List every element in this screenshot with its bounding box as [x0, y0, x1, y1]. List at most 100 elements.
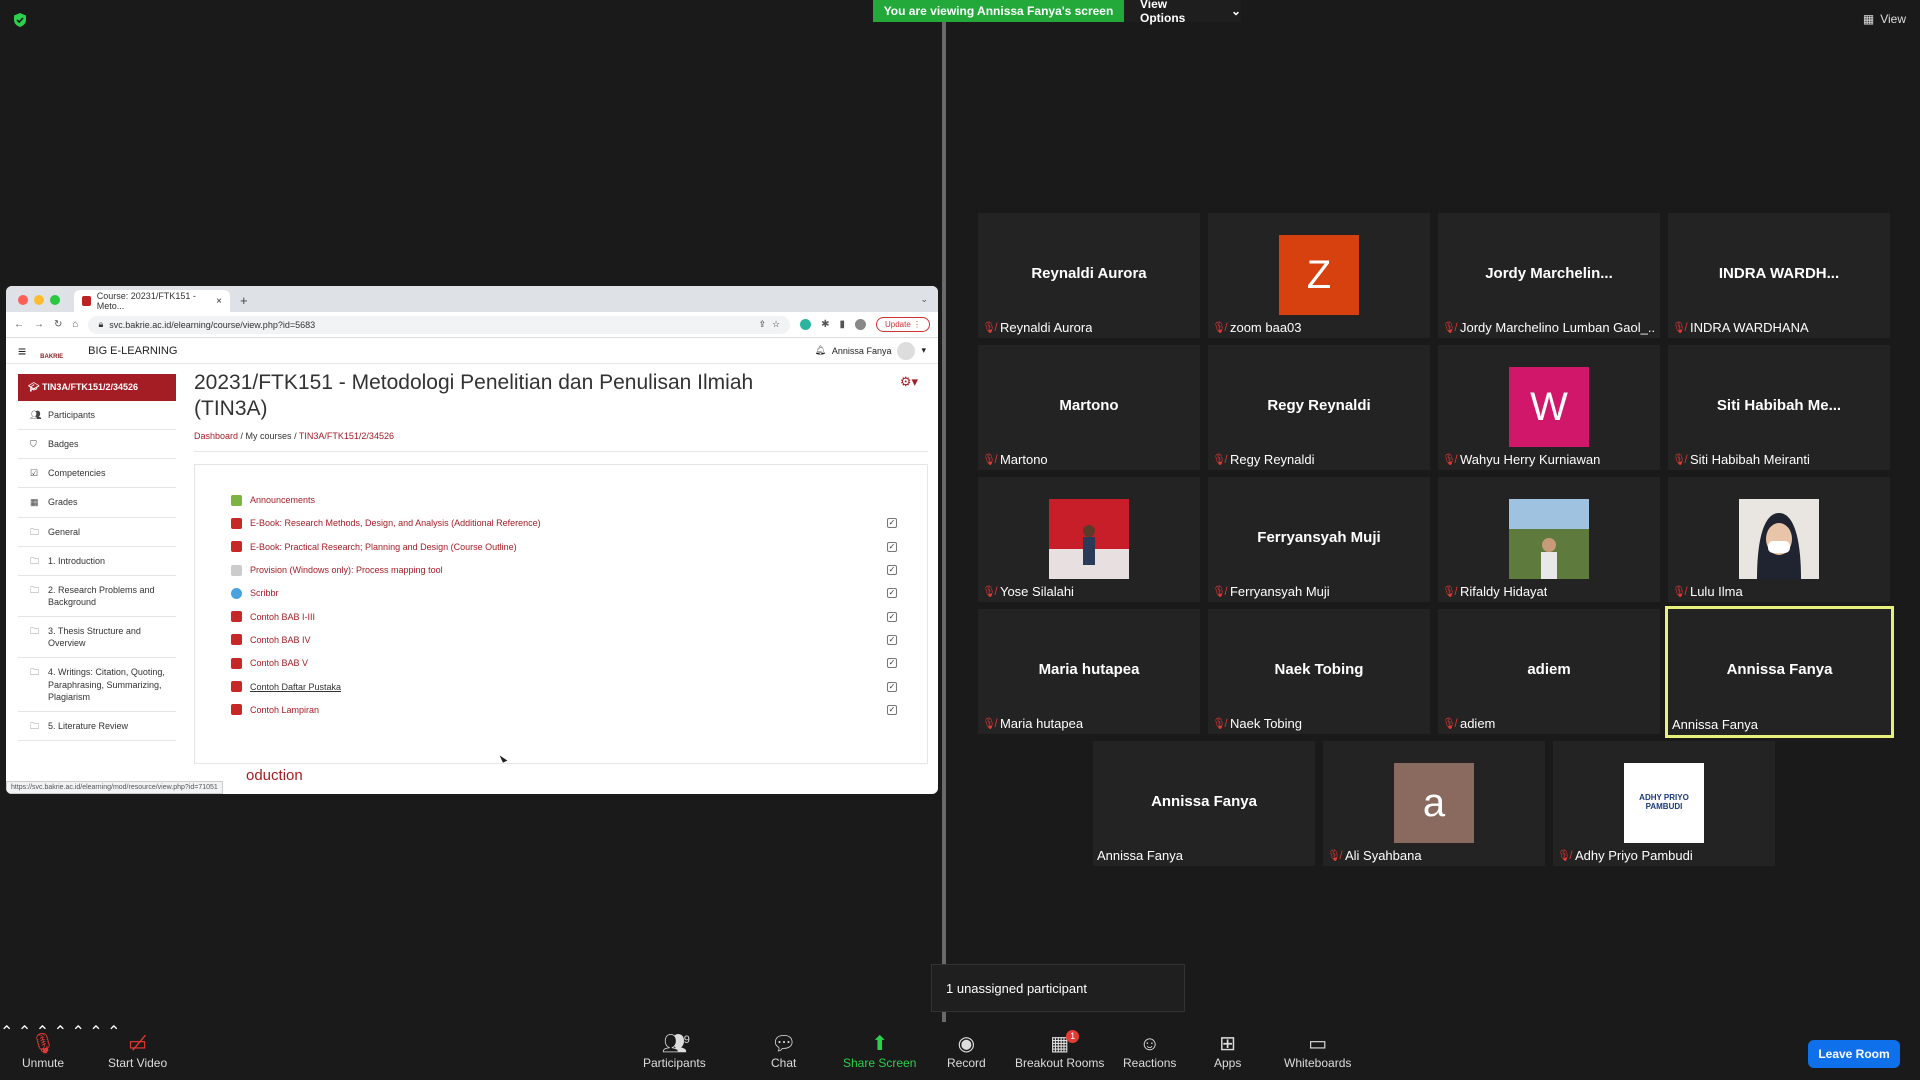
nav-item-general[interactable]: 🗀 General: [18, 518, 176, 547]
participant-tile[interactable]: Jordy Marchelin... 🎙︎̸ Jordy Marchelino L…: [1438, 213, 1660, 338]
forward-icon[interactable]: →: [34, 319, 44, 330]
record-button[interactable]: ◉ Record: [947, 1032, 986, 1070]
nav-item-grades[interactable]: ▦ Grades: [18, 488, 176, 518]
url-field[interactable]: 🔒︎ svc.bakrie.ac.id/elearning/course/vie…: [88, 315, 791, 334]
list-item[interactable]: Contoh Lampiran ✓: [231, 698, 897, 721]
list-item[interactable]: Announcements: [231, 489, 897, 512]
chat-button[interactable]: 💬︎ Chat: [771, 1032, 796, 1070]
nav-item-introduction[interactable]: 🗀 1. Introduction: [18, 547, 176, 576]
nav-item-badges[interactable]: ⛉ Badges: [18, 430, 176, 460]
participant-tile[interactable]: a 🎙︎̸ Ali Syahbana: [1323, 741, 1545, 866]
audio-options-caret-icon[interactable]: ⌃: [0, 1024, 13, 1041]
nav-item-writings[interactable]: 🗀 4. Writings: Citation, Quoting, Paraphr…: [18, 658, 176, 712]
course-nav-header[interactable]: 🎓︎ TIN3A/FTK151/2/34526: [18, 374, 176, 401]
participant-tile-active-speaker[interactable]: Annissa Fanya Annissa Fanya: [1665, 606, 1894, 738]
apps-caret-icon[interactable]: ⌃: [89, 1024, 102, 1041]
share-screen-button[interactable]: ⬆︎ Share Screen: [843, 1032, 916, 1070]
participant-tile[interactable]: Z 🎙︎̸ zoom baa03: [1208, 213, 1430, 338]
participant-tile[interactable]: Annissa Fanya Annissa Fanya: [1093, 741, 1315, 866]
reload-icon[interactable]: ↻: [54, 319, 62, 330]
completion-checkbox[interactable]: ✓: [887, 634, 897, 645]
list-item[interactable]: E-Book: Practical Research; Planning and…: [231, 535, 897, 558]
breadcrumb-course[interactable]: TIN3A/FTK151/2/34526: [299, 431, 394, 441]
nav-item-literature-review[interactable]: 🗀 5. Literature Review: [18, 712, 176, 741]
participant-tile[interactable]: Martono 🎙︎̸ Martono: [978, 345, 1200, 470]
close-icon[interactable]: ×: [216, 296, 222, 307]
user-menu[interactable]: 🔔︎ Annissa Fanya ▾: [814, 341, 926, 360]
resource-link[interactable]: Contoh Lampiran: [250, 705, 319, 715]
completion-checkbox[interactable]: ✓: [887, 681, 897, 692]
resource-link[interactable]: E-Book: Research Methods, Design, and An…: [250, 518, 541, 528]
participant-tile[interactable]: adiem 🎙︎̸ adiem: [1438, 609, 1660, 734]
participant-tile[interactable]: Maria hutapea 🎙︎̸ Maria hutapea: [978, 609, 1200, 734]
whiteboards-button[interactable]: ▭ Whiteboards: [1284, 1032, 1351, 1070]
completion-checkbox[interactable]: ✓: [887, 518, 897, 529]
nav-item-thesis-structure[interactable]: 🗀 3. Thesis Structure and Overview: [18, 617, 176, 659]
resource-link[interactable]: Contoh BAB V: [250, 658, 308, 668]
resource-link[interactable]: E-Book: Practical Research; Planning and…: [250, 542, 517, 552]
completion-checkbox[interactable]: ✓: [887, 704, 897, 715]
list-item[interactable]: Contoh BAB IV ✓: [231, 628, 897, 651]
gear-icon[interactable]: ⚙▾: [900, 374, 918, 390]
participant-tile[interactable]: ADHY PRIYO PAMBUDI 🎙︎̸ Adhy Priyo Pambudi: [1553, 741, 1775, 866]
breadcrumb-dashboard[interactable]: Dashboard: [194, 431, 238, 441]
breakout-rooms-button[interactable]: ▦ 1 Breakout Rooms: [1015, 1030, 1104, 1070]
resource-link[interactable]: Announcements: [250, 495, 315, 505]
home-icon[interactable]: ⌂: [72, 319, 78, 330]
participant-tile[interactable]: INDRA WARDH... 🎙︎̸ INDRA WARDHANA: [1668, 213, 1890, 338]
participant-tile[interactable]: Ferryansyah Muji 🎙︎̸ Ferryansyah Muji: [1208, 477, 1430, 602]
resource-link[interactable]: Contoh BAB I-III: [250, 612, 315, 622]
unmute-button[interactable]: 🎙︎ Unmute: [22, 1032, 64, 1070]
list-item[interactable]: Contoh BAB I-III ✓: [231, 605, 897, 628]
participant-tile[interactable]: Siti Habibah Me... 🎙︎̸ Siti Habibah Meira…: [1668, 345, 1890, 470]
list-item[interactable]: Contoh BAB V ✓: [231, 652, 897, 675]
extension-icon[interactable]: [800, 319, 812, 330]
chevron-down-icon[interactable]: ⌄: [920, 294, 928, 305]
maximize-window-icon[interactable]: [50, 295, 60, 305]
share-icon[interactable]: ⇪: [758, 319, 766, 330]
completion-checkbox[interactable]: ✓: [887, 565, 897, 576]
nav-item-participants[interactable]: 👥︎ Participants: [18, 401, 176, 431]
list-item[interactable]: Provision (Windows only): Process mappin…: [231, 558, 897, 581]
start-video-button[interactable]: ▭̸ Start Video: [108, 1032, 167, 1070]
bell-icon[interactable]: 🔔︎: [814, 345, 825, 356]
resource-link[interactable]: Contoh BAB IV: [250, 635, 311, 645]
participant-tile[interactable]: Regy Reynaldi 🎙︎̸ Regy Reynaldi: [1208, 345, 1430, 470]
list-item[interactable]: Contoh Daftar Pustaka ✓: [231, 675, 897, 698]
sidebar-icon[interactable]: ▮: [839, 319, 845, 330]
participant-tile[interactable]: 🎙︎̸ Rifaldy Hidayat: [1438, 477, 1660, 602]
completion-checkbox[interactable]: ✓: [887, 611, 897, 622]
update-button[interactable]: Update ⋮: [875, 317, 930, 332]
participant-tile[interactable]: Naek Tobing 🎙︎̸ Naek Tobing: [1208, 609, 1430, 734]
participant-tile[interactable]: 🎙︎̸ Lulu Ilma: [1668, 477, 1890, 602]
view-options-button[interactable]: View Options ⌄: [1124, 0, 1241, 25]
shield-icon[interactable]: [12, 12, 28, 28]
reactions-button[interactable]: ☺ Reactions: [1123, 1032, 1176, 1070]
resource-link[interactable]: Provision (Windows only): Process mappin…: [250, 565, 443, 575]
star-icon[interactable]: ☆: [772, 319, 780, 330]
puzzle-icon[interactable]: ✱: [821, 319, 829, 330]
browser-tab[interactable]: Course: 20231/FTK151 - Meto... ×: [74, 290, 230, 312]
participant-tile[interactable]: Reynaldi Aurora 🎙︎̸ Reynaldi Aurora: [978, 213, 1200, 338]
menu-icon[interactable]: ≡: [18, 343, 26, 359]
view-button[interactable]: ▦ View: [1863, 12, 1906, 26]
breadcrumb-my-courses[interactable]: My courses: [246, 431, 292, 441]
participant-tile[interactable]: 🎙︎̸ Yose Silalahi: [978, 477, 1200, 602]
participant-tile[interactable]: W 🎙︎̸ Wahyu Herry Kurniawan: [1438, 345, 1660, 470]
new-tab-icon[interactable]: +: [240, 293, 248, 312]
list-item[interactable]: E-Book: Research Methods, Design, and An…: [231, 512, 897, 535]
reactions-caret-icon[interactable]: ⌃: [71, 1024, 84, 1041]
completion-checkbox[interactable]: ✓: [887, 588, 897, 599]
minimize-window-icon[interactable]: [34, 295, 44, 305]
leave-room-button[interactable]: Leave Room: [1808, 1040, 1900, 1068]
screen-share-divider[interactable]: [942, 22, 946, 1022]
bakrie-logo[interactable]: BAKRIE: [40, 342, 74, 360]
apps-button[interactable]: ⊞ Apps: [1214, 1032, 1241, 1070]
completion-checkbox[interactable]: ✓: [887, 658, 897, 669]
participants-button[interactable]: 👥︎ 19 Participants: [643, 1032, 706, 1070]
resource-link[interactable]: Contoh Daftar Pustaka: [250, 682, 341, 692]
completion-checkbox[interactable]: ✓: [887, 541, 897, 552]
nav-item-competencies[interactable]: ☑ Competencies: [18, 459, 176, 489]
back-icon[interactable]: ←: [14, 319, 24, 330]
profile-icon[interactable]: [854, 319, 866, 330]
